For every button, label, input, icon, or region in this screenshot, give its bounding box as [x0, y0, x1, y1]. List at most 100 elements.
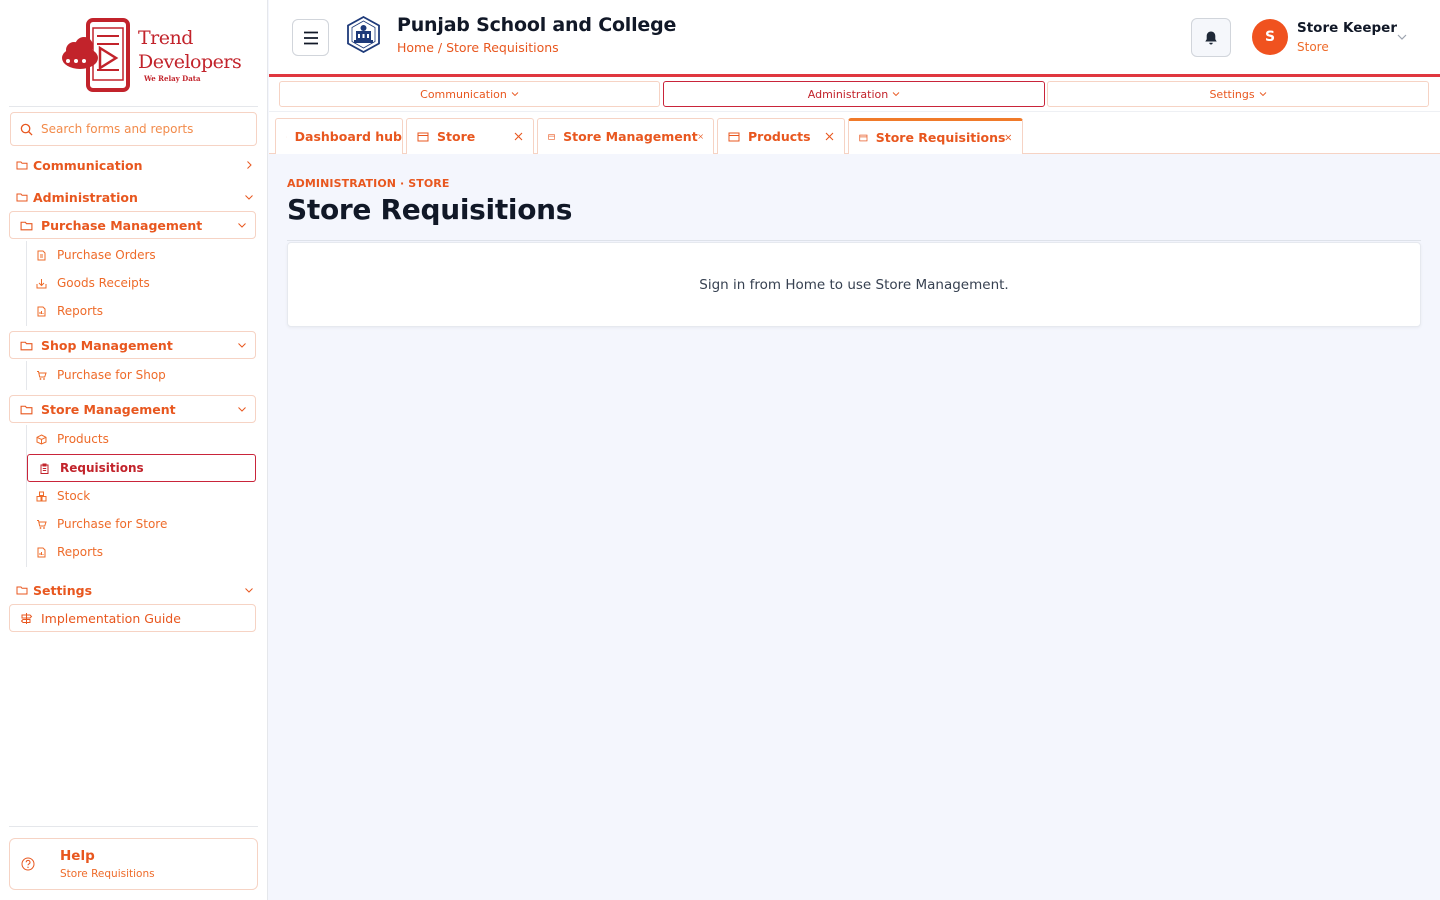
school-name: Punjab School and College	[397, 14, 677, 36]
brand-tagline: We Relay Data	[144, 74, 201, 83]
item-label: Purchase for Store	[57, 517, 168, 531]
section-label: Purchase Management	[41, 217, 203, 233]
brand-line-2: Developers	[138, 51, 242, 73]
search-input[interactable]	[41, 122, 241, 136]
sidebar-search[interactable]	[10, 112, 257, 146]
chevron-down-icon	[245, 195, 253, 200]
item-label: Products	[57, 432, 109, 446]
boxes-stack-icon	[36, 491, 47, 501]
section-label: Store Management	[41, 401, 176, 417]
chevron-down-icon	[238, 223, 246, 228]
divider	[9, 106, 258, 107]
close-icon[interactable]	[698, 132, 703, 141]
notice-card: Sign in from Home to use Store Managemen…	[287, 242, 1421, 327]
help-card[interactable]: Help Store Requisitions	[9, 838, 258, 890]
tab-dashboard-hub[interactable]: Dashboard hub	[275, 118, 403, 154]
chevron-down-icon	[238, 407, 246, 412]
topnav-settings[interactable]: Settings	[1047, 81, 1429, 107]
sidebar-item-purchase-reports[interactable]: Reports	[27, 298, 256, 324]
tab-label: Store	[437, 129, 476, 144]
sidebar-group-label: Administration	[33, 189, 138, 205]
topnav-label: Administration	[807, 87, 889, 101]
receive-icon	[36, 278, 47, 288]
tab-products[interactable]: Products	[717, 118, 845, 154]
avatar[interactable]: S	[1252, 19, 1288, 55]
sidebar-item-goods-receipts[interactable]: Goods Receipts	[27, 270, 256, 296]
sidebar-section-store-management[interactable]: Store Management	[9, 395, 256, 423]
window-icon	[548, 133, 555, 140]
sidebar-group-label: Communication	[33, 157, 143, 173]
item-label: Stock	[57, 489, 91, 503]
user-name[interactable]: Store Keeper	[1297, 20, 1397, 36]
close-icon[interactable]	[514, 132, 523, 141]
window-icon	[859, 134, 868, 141]
cart-icon	[37, 370, 47, 380]
implementation-guide-link[interactable]: Implementation Guide	[9, 604, 256, 632]
item-label: Purchase for Shop	[57, 368, 166, 382]
bell-icon	[1205, 31, 1217, 44]
user-role: Store	[1297, 40, 1329, 54]
sidebar-item-purchase-orders[interactable]: Purchase Orders	[27, 242, 256, 268]
cart-icon	[37, 519, 47, 529]
clipboard-icon	[40, 463, 49, 474]
chevron-down-icon[interactable]	[1396, 32, 1408, 42]
chevron-down-icon	[511, 92, 519, 97]
sidebar-group-settings[interactable]: Settings	[16, 580, 254, 600]
tab-store-requisitions[interactable]: Store Requisitions	[848, 118, 1023, 154]
item-label: Goods Receipts	[57, 276, 150, 290]
item-label: Reports	[57, 304, 104, 318]
close-icon[interactable]	[1005, 133, 1012, 142]
sidebar-group-communication[interactable]: Communication	[16, 155, 254, 175]
sidebar-item-stock[interactable]: Stock	[27, 483, 256, 509]
folder-icon	[16, 586, 28, 595]
school-crest-icon[interactable]	[345, 16, 382, 53]
tab-label: Products	[748, 129, 811, 144]
sidebar: Trend Developers We Relay Data Communica…	[0, 0, 268, 900]
report-icon	[37, 306, 46, 316]
topnav-communication[interactable]: Communication	[279, 81, 660, 107]
box-icon	[36, 433, 47, 445]
brand-wordmark: Trend Developers We Relay Data	[138, 26, 242, 84]
divider	[287, 240, 1421, 241]
help-title: Help	[60, 848, 95, 864]
sidebar-item-store-reports[interactable]: Reports	[27, 539, 256, 565]
hamburger-icon	[303, 31, 318, 44]
tab-bar: Dashboard hub Store Store Management Pro…	[269, 112, 1440, 154]
divider	[9, 826, 258, 827]
top-nav: Communication Administration Settings	[269, 77, 1440, 112]
folder-icon	[20, 405, 33, 414]
sidebar-item-requisitions[interactable]: Requisitions	[27, 454, 256, 482]
tab-store[interactable]: Store	[406, 118, 534, 154]
close-icon[interactable]	[825, 132, 834, 141]
chevron-down-icon	[1259, 92, 1266, 97]
menu-toggle-button[interactable]	[292, 19, 329, 56]
notifications-button[interactable]	[1191, 18, 1231, 57]
sidebar-section-purchase-management[interactable]: Purchase Management	[9, 211, 256, 239]
folder-icon	[16, 161, 28, 170]
sidebar-item-purchase-for-shop[interactable]: Purchase for Shop	[27, 362, 256, 388]
section-label: Shop Management	[41, 337, 173, 353]
tab-store-management[interactable]: Store Management	[537, 118, 714, 154]
window-icon	[417, 132, 429, 141]
sidebar-group-administration[interactable]: Administration	[16, 187, 254, 207]
topnav-administration[interactable]: Administration	[663, 81, 1045, 107]
sidebar-item-products[interactable]: Products	[27, 426, 256, 452]
window-icon	[728, 132, 740, 141]
sidebar-section-shop-management[interactable]: Shop Management	[9, 331, 256, 359]
topnav-label: Communication	[420, 87, 507, 101]
brand-logo[interactable]: Trend Developers We Relay Data	[60, 18, 242, 92]
item-label: Purchase Orders	[57, 248, 156, 262]
folder-icon	[20, 341, 33, 350]
chevron-down-icon	[892, 92, 900, 97]
signpost-icon	[20, 612, 33, 624]
tab-label: Dashboard hub	[294, 129, 402, 144]
topnav-label: Settings	[1209, 87, 1255, 101]
folder-icon	[20, 221, 33, 230]
breadcrumb[interactable]: Home / Store Requisitions	[397, 40, 559, 55]
sidebar-item-purchase-for-store[interactable]: Purchase for Store	[27, 511, 256, 537]
item-label: Requisitions	[60, 461, 144, 475]
notice-message: Sign in from Home to use Store Managemen…	[699, 276, 1009, 293]
page-title: Store Requisitions	[287, 193, 573, 226]
help-circle-icon	[21, 857, 35, 871]
chevron-right-icon	[247, 161, 252, 169]
